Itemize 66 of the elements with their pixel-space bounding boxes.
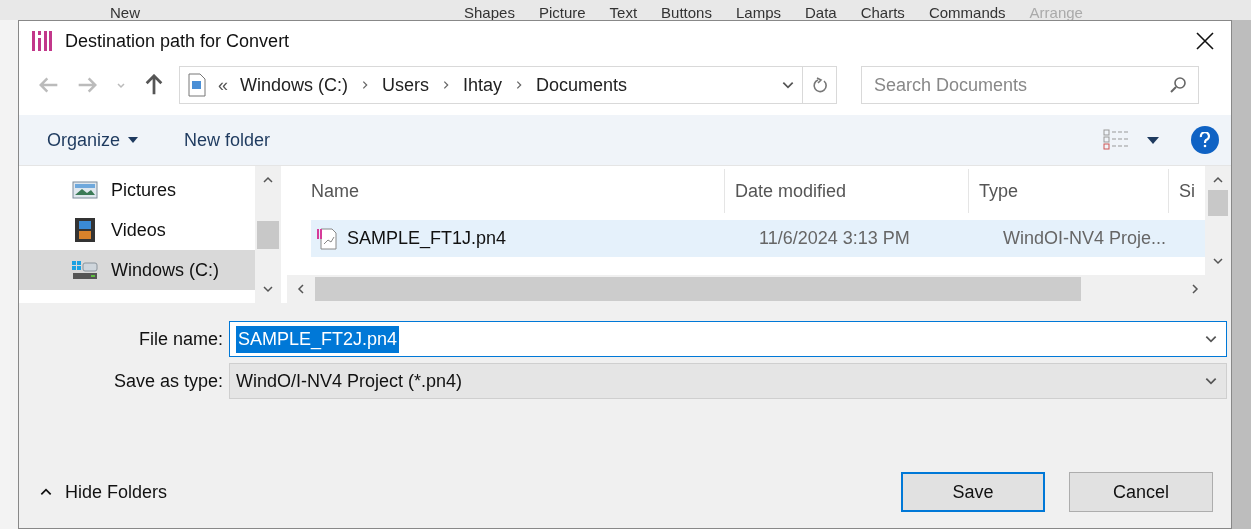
document-icon xyxy=(315,226,339,251)
nav-label: Videos xyxy=(111,218,166,242)
forward-arrow-icon xyxy=(77,75,97,95)
ribbon-tab[interactable]: Commands xyxy=(928,6,1006,20)
nav-label: Windows (C:) xyxy=(111,258,219,282)
ribbon-tab[interactable]: Picture xyxy=(538,6,586,20)
caret-icon xyxy=(1147,136,1159,144)
dialog-button[interactable]: Cancel xyxy=(1069,472,1213,512)
back-arrow-icon xyxy=(39,75,59,95)
file-name: SAMPLE_FT1J.pn4 xyxy=(347,227,507,251)
breadcrumb[interactable]: Windows (C:) xyxy=(240,71,349,99)
scrollbar-thumb[interactable] xyxy=(315,277,1081,301)
nav-label: Pictures xyxy=(111,178,177,202)
app-logo-icon xyxy=(31,30,53,52)
search-field[interactable]: Search Documents xyxy=(861,66,1199,104)
hide-folders-button[interactable]: Hide Folders xyxy=(39,478,168,506)
nav-item[interactable]: Windows (C:) xyxy=(19,250,255,290)
ribbon-tab[interactable]: Buttons xyxy=(661,6,712,20)
column-header[interactable]: Name xyxy=(287,169,725,213)
chevron-down-icon xyxy=(1212,255,1224,267)
field-label: File name: xyxy=(137,327,224,351)
scrollbar[interactable] xyxy=(1205,166,1231,275)
save-type-dropdown[interactable]: WindO/I-NV4 Project (*.pn4) xyxy=(229,363,1227,399)
file-row[interactable]: SAMPLE_FT1J.pn4 11/6/2024 3:13 PM WindOI-NV4 Proje... xyxy=(311,220,1205,257)
document-icon xyxy=(188,73,206,97)
drive-icon xyxy=(71,259,99,281)
caret-icon xyxy=(128,137,139,143)
file-name-field[interactable]: SAMPLE_FT2J.pn4 xyxy=(229,321,1227,357)
view-options-button[interactable] xyxy=(1103,129,1159,151)
field-label: Save as type: xyxy=(112,369,224,393)
close-icon xyxy=(1196,32,1214,50)
new-folder-button[interactable]: New folder xyxy=(184,126,271,154)
overflow-chevrons[interactable]: « xyxy=(218,71,228,99)
help-button[interactable] xyxy=(1191,126,1219,154)
breadcrumb[interactable]: Documents xyxy=(536,71,628,99)
dialog-button[interactable]: Save xyxy=(901,472,1045,512)
details-view-icon xyxy=(1103,129,1131,151)
horizontal-scrollbar[interactable] xyxy=(287,275,1231,303)
search-icon xyxy=(1169,76,1187,94)
up-arrow-icon xyxy=(143,74,165,96)
ribbon-tab[interactable]: Data xyxy=(805,6,837,20)
breadcrumb[interactable]: Users xyxy=(382,71,430,99)
ribbon-tab[interactable]: New xyxy=(110,6,140,20)
organize-button[interactable]: Organize xyxy=(47,126,139,154)
ribbon-tab[interactable]: Text xyxy=(609,6,638,20)
nav-item[interactable]: Videos xyxy=(19,210,255,250)
scrollbar[interactable] xyxy=(255,166,281,303)
chevron-right-icon xyxy=(1189,283,1201,295)
column-header[interactable]: Type xyxy=(969,169,1169,213)
window-title: Destination path for Convert xyxy=(65,29,290,53)
nav-item[interactable]: Pictures xyxy=(19,170,255,210)
address-bar[interactable]: « Windows (C:) Users Ihtay Documents xyxy=(179,66,837,104)
scrollbar-thumb[interactable] xyxy=(1208,190,1228,216)
film-icon xyxy=(74,217,96,243)
question-mark-icon xyxy=(1199,132,1211,148)
breadcrumb[interactable]: Ihtay xyxy=(463,71,503,99)
chevron-left-icon xyxy=(295,283,307,295)
type-cell-text: WindOI-NV4 Proje... xyxy=(1002,227,1167,250)
date-cell-text: 11/6/2024 3:13 PM xyxy=(758,227,911,250)
chevron-down-icon xyxy=(262,283,274,295)
refresh-icon xyxy=(811,77,828,93)
column-header[interactable]: Si xyxy=(1169,169,1205,213)
scrollbar-thumb[interactable] xyxy=(257,220,279,249)
ribbon-tab[interactable]: Charts xyxy=(860,6,905,20)
picture-folder-icon xyxy=(72,180,98,200)
column-header[interactable]: Date modified xyxy=(725,169,969,213)
